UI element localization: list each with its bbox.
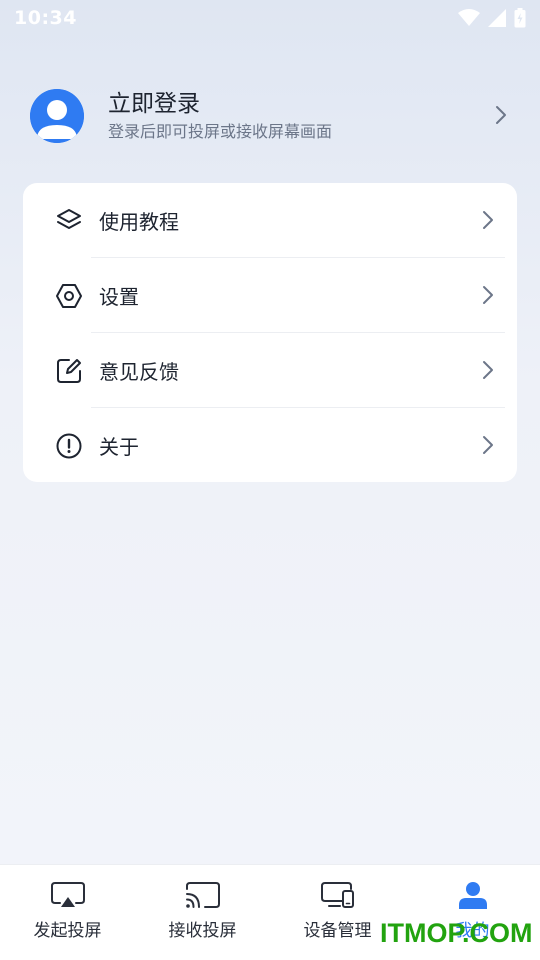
menu-card: 使用教程 设置 意见反馈 关于 xyxy=(23,183,517,482)
profile-text: 立即登录 登录后即可投屏或接收屏幕画面 xyxy=(108,90,510,142)
status-time: 10:34 xyxy=(14,7,77,29)
avatar xyxy=(30,89,84,143)
login-subtitle: 登录后即可投屏或接收屏幕画面 xyxy=(108,122,333,141)
menu-item-feedback[interactable]: 意见反馈 xyxy=(23,333,517,408)
nav-label: 设备管理 xyxy=(303,921,372,941)
menu-item-settings[interactable]: 设置 xyxy=(23,258,517,333)
nav-label: 接收投屏 xyxy=(168,921,237,941)
chevron-right-icon xyxy=(481,209,495,235)
hexagon-settings-icon xyxy=(55,282,83,310)
nav-label: 发起投屏 xyxy=(33,921,102,941)
edit-note-icon xyxy=(55,357,83,385)
person-icon xyxy=(455,881,491,909)
menu-item-label: 关于 xyxy=(99,435,139,459)
chevron-right-icon xyxy=(481,284,495,310)
cast-icon xyxy=(185,881,221,909)
menu-item-label: 意见反馈 xyxy=(99,360,179,384)
signal-icon xyxy=(488,9,506,27)
wifi-icon xyxy=(458,9,480,27)
menu-item-about[interactable]: 关于 xyxy=(23,408,517,483)
layers-icon xyxy=(55,207,83,235)
chevron-right-icon xyxy=(481,434,495,460)
devices-icon xyxy=(320,881,356,909)
menu-item-label: 使用教程 xyxy=(99,210,179,234)
login-title: 立即登录 xyxy=(108,91,200,117)
info-alert-icon xyxy=(55,432,83,460)
nav-item-start-cast[interactable]: 发起投屏 xyxy=(0,865,135,960)
menu-item-tutorial[interactable]: 使用教程 xyxy=(23,183,517,258)
watermark-logo: ITMOP.COM xyxy=(380,918,533,948)
battery-icon xyxy=(514,8,526,28)
status-icons xyxy=(458,8,526,28)
nav-item-receive-cast[interactable]: 接收投屏 xyxy=(135,865,270,960)
status-bar: 10:34 xyxy=(0,0,540,36)
chevron-right-icon xyxy=(494,104,508,130)
airplay-icon xyxy=(50,881,86,909)
menu-item-label: 设置 xyxy=(99,285,139,309)
login-profile-row[interactable]: 立即登录 登录后即可投屏或接收屏幕画面 xyxy=(30,88,510,144)
chevron-right-icon xyxy=(481,359,495,385)
